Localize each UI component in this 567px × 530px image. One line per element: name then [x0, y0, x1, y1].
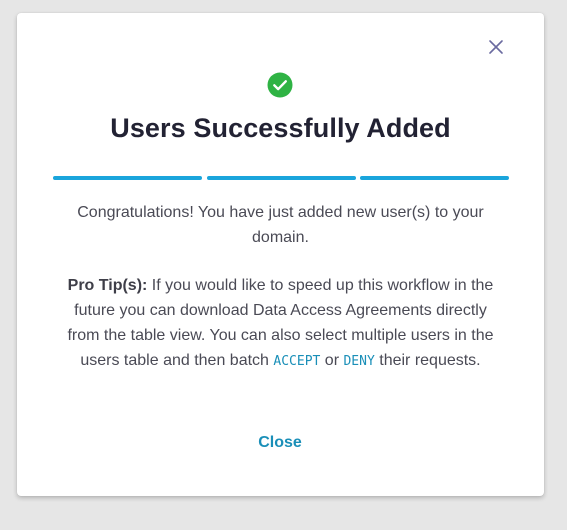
progress-indicator — [53, 176, 509, 180]
success-message: Congratulations! You have just added new… — [77, 204, 484, 246]
accept-keyword: ACCEPT — [273, 354, 321, 369]
close-icon[interactable] — [487, 38, 505, 56]
progress-step — [360, 176, 509, 180]
pro-tip-ending: their requests. — [374, 352, 481, 369]
progress-step — [206, 176, 356, 180]
dialog-title: Users Successfully Added — [110, 113, 451, 143]
progress-step — [53, 176, 202, 180]
deny-keyword: DENY — [343, 354, 375, 369]
pro-tip: Pro Tip(s): If you would like to speed u… — [57, 273, 504, 374]
pro-tip-label: Pro Tip(s): — [67, 277, 148, 294]
success-dialog: Users Successfully Added Congratulations… — [17, 13, 544, 496]
check-circle-icon — [267, 72, 293, 98]
close-button[interactable]: Close — [230, 430, 330, 456]
pro-tip-connector: or — [320, 352, 344, 369]
